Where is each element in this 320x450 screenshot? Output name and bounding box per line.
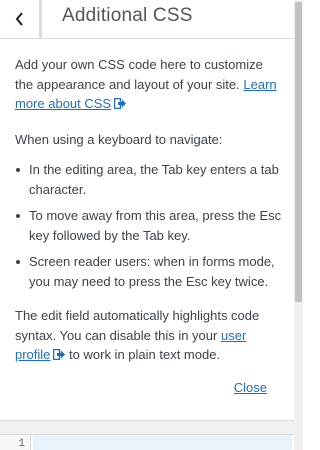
list-item: To move away from this area, press the E… xyxy=(16,206,282,245)
help-intro-text: Add your own CSS code here to customize … xyxy=(15,57,263,92)
active-code-line[interactable] xyxy=(33,435,292,450)
section-header: Additional CSS xyxy=(0,0,303,39)
external-link-icon xyxy=(53,346,66,366)
scrollbar-thumb[interactable] xyxy=(295,2,302,302)
back-button[interactable] xyxy=(0,0,42,38)
scrollbar[interactable] xyxy=(294,0,303,450)
keyboard-tips-list: In the editing area, the Tab key enters … xyxy=(15,160,282,291)
keyboard-intro: When using a keyboard to navigate: xyxy=(15,131,223,147)
editor-gutter: 1 xyxy=(0,435,31,450)
chevron-left-icon xyxy=(15,12,25,26)
line-number: 1 xyxy=(18,438,25,450)
syntax-text-after: to work in plain text mode. xyxy=(69,347,221,362)
css-code-editor[interactable]: 1 xyxy=(0,434,294,450)
list-item: Screen reader users: when in forms mode,… xyxy=(16,252,282,291)
customizer-panel: Additional CSS Add your own CSS code her… xyxy=(0,0,303,450)
external-link-icon xyxy=(113,95,127,115)
css-help-panel: Add your own CSS code here to customize … xyxy=(0,39,294,421)
list-item: In the editing area, the Tab key enters … xyxy=(16,160,282,199)
close-help-link[interactable]: Close xyxy=(234,378,267,398)
section-title: Additional CSS xyxy=(62,5,193,26)
